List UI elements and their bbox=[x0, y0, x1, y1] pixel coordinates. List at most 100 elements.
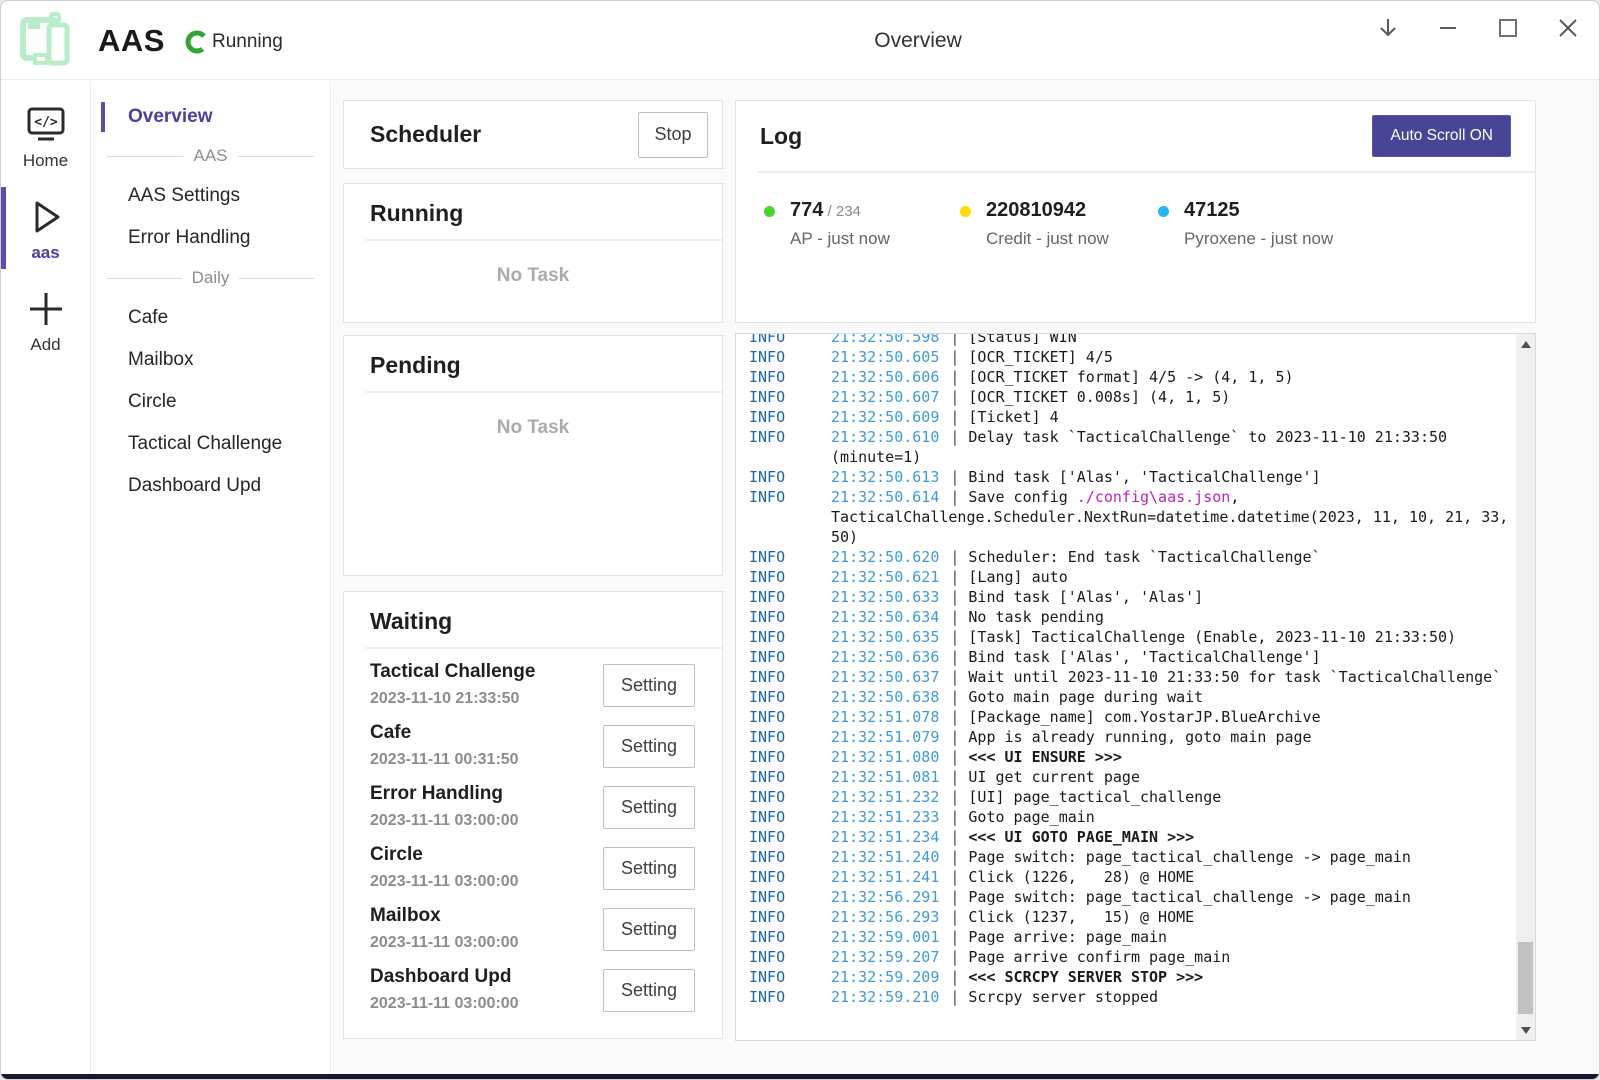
task-setting-button[interactable]: Setting bbox=[603, 969, 695, 1012]
log-row: INFO21:32:51.241|Click (1226, 28) @ HOME bbox=[749, 867, 1535, 887]
task-setting-button[interactable]: Setting bbox=[603, 725, 695, 768]
log-entry-body: 21:32:50.614|Save config ./config\aas.js… bbox=[831, 487, 1515, 547]
log-entry-body: 21:32:50.636|Bind task ['Alas', 'Tactica… bbox=[831, 647, 1515, 667]
rail-item-home[interactable]: </>Home bbox=[1, 93, 90, 179]
scrollbar-thumb[interactable] bbox=[1518, 942, 1533, 1014]
stop-button[interactable]: Stop bbox=[638, 112, 708, 158]
task-setting-button[interactable]: Setting bbox=[603, 908, 695, 951]
log-message: [OCR_TICKET] 4/5 bbox=[968, 348, 1113, 366]
log-message: Goto page_main bbox=[968, 808, 1094, 826]
sidebar-item-cafe[interactable]: Cafe bbox=[91, 297, 330, 339]
log-timestamp: 21:32:50.614 bbox=[831, 488, 939, 506]
auto-scroll-button[interactable]: Auto Scroll ON bbox=[1372, 115, 1511, 157]
log-timestamp: 21:32:50.621 bbox=[831, 568, 939, 586]
log-timestamp: 21:32:50.598 bbox=[831, 333, 939, 346]
group-label: Daily bbox=[192, 268, 230, 288]
scroll-up-icon[interactable] bbox=[1516, 335, 1535, 353]
log-entry-body: 21:32:50.605|[OCR_TICKET] 4/5 bbox=[831, 347, 1515, 367]
log-entry-body: 21:32:50.613|Bind task ['Alas', 'Tactica… bbox=[831, 467, 1515, 487]
waiting-title: Waiting bbox=[370, 608, 696, 635]
log-timestamp: 21:32:50.606 bbox=[831, 368, 939, 386]
log-timestamp: 21:32:56.293 bbox=[831, 908, 939, 926]
maximize-icon[interactable] bbox=[1495, 15, 1521, 41]
log-level: INFO bbox=[749, 927, 831, 947]
pending-card: Pending No Task bbox=[343, 335, 723, 576]
log-entry-body: 21:32:50.634|No task pending bbox=[831, 607, 1515, 627]
log-row: INFO21:32:50.610|Delay task `TacticalCha… bbox=[749, 427, 1535, 467]
sidebar-item-mailbox[interactable]: Mailbox bbox=[91, 339, 330, 381]
log-timestamp: 21:32:51.233 bbox=[831, 808, 939, 826]
close-icon[interactable] bbox=[1555, 15, 1581, 41]
sidebar-item-overview[interactable]: Overview bbox=[91, 97, 330, 137]
running-title: Running bbox=[370, 200, 696, 227]
log-message: Bind task ['Alas', 'TacticalChallenge'] bbox=[968, 648, 1320, 666]
log-timestamp: 21:32:51.080 bbox=[831, 748, 939, 766]
task-setting-button[interactable]: Setting bbox=[603, 664, 695, 707]
log-scrollbar[interactable] bbox=[1516, 334, 1535, 1040]
log-message: Page switch: page_tactical_challenge -> … bbox=[968, 888, 1411, 906]
log-timestamp: 21:32:51.081 bbox=[831, 768, 939, 786]
log-lines: INFO21:32:50.598|[Status] WININFO21:32:5… bbox=[736, 333, 1535, 1007]
title-bar: AAS Running Overview bbox=[1, 1, 1599, 80]
task-setting-button[interactable]: Setting bbox=[603, 786, 695, 829]
log-row: INFO21:32:50.614|Save config ./config\aa… bbox=[749, 487, 1535, 547]
log-timestamp: 21:32:50.609 bbox=[831, 408, 939, 426]
log-level: INFO bbox=[749, 333, 831, 347]
stat-value: 47125 bbox=[1184, 199, 1240, 221]
log-message: Wait until 2023-11-10 21:33:50 for task … bbox=[968, 668, 1501, 686]
log-timestamp: 21:32:59.207 bbox=[831, 948, 939, 966]
log-message: Click (1226, 28) @ HOME bbox=[968, 868, 1194, 886]
log-message: Bind task ['Alas', 'TacticalChallenge'] bbox=[968, 468, 1320, 486]
log-message: Page switch: page_tactical_challenge -> … bbox=[968, 848, 1411, 866]
sidebar-item-tactical-challenge[interactable]: Tactical Challenge bbox=[91, 423, 330, 465]
scroll-down-icon[interactable] bbox=[1516, 1021, 1535, 1039]
log-level: INFO bbox=[749, 627, 831, 647]
download-arrow-icon[interactable] bbox=[1375, 15, 1401, 41]
log-message: Scrcpy server stopped bbox=[968, 988, 1158, 1006]
sidebar-item-error-handling[interactable]: Error Handling bbox=[91, 217, 330, 259]
log-row: INFO21:32:59.001|Page arrive: page_main bbox=[749, 927, 1535, 947]
log-row: INFO21:32:51.081|UI get current page bbox=[749, 767, 1535, 787]
log-timestamp: 21:32:59.210 bbox=[831, 988, 939, 1006]
log-entry-body: 21:32:51.240|Page switch: page_tactical_… bbox=[831, 847, 1515, 867]
running-card: Running No Task bbox=[343, 183, 723, 323]
sidebar-item-aas-settings[interactable]: AAS Settings bbox=[91, 175, 330, 217]
rail-item-add[interactable]: Add bbox=[1, 277, 90, 363]
stat-pyroxene: 47125Pyroxene - just now bbox=[1158, 199, 1333, 249]
minimize-icon[interactable] bbox=[1435, 15, 1461, 41]
log-entry-body: 21:32:51.081|UI get current page bbox=[831, 767, 1515, 787]
log-separator: | bbox=[939, 948, 968, 966]
log-level: INFO bbox=[749, 867, 831, 887]
log-entry-body: 21:32:50.621|[Lang] auto bbox=[831, 567, 1515, 587]
log-level: INFO bbox=[749, 827, 831, 847]
log-separator: | bbox=[939, 428, 968, 446]
log-row: INFO21:32:51.233|Goto page_main bbox=[749, 807, 1535, 827]
log-row: INFO21:32:51.078|[Package_name] com.Yost… bbox=[749, 707, 1535, 727]
log-entry-body: 21:32:51.232|[UI] page_tactical_challeng… bbox=[831, 787, 1515, 807]
sidebar-item-circle[interactable]: Circle bbox=[91, 381, 330, 423]
log-level: INFO bbox=[749, 767, 831, 787]
log-entry-body: 21:32:59.001|Page arrive: page_main bbox=[831, 927, 1515, 947]
log-level: INFO bbox=[749, 347, 831, 367]
log-level: INFO bbox=[749, 607, 831, 627]
log-level: INFO bbox=[749, 467, 831, 487]
task-setting-button[interactable]: Setting bbox=[603, 847, 695, 890]
log-message: UI get current page bbox=[968, 768, 1140, 786]
log-row: INFO21:32:51.080|<<< UI ENSURE >>> bbox=[749, 747, 1535, 767]
log-separator: | bbox=[939, 608, 968, 626]
sidebar-group-divider: AAS bbox=[91, 137, 330, 175]
stat-dot-icon bbox=[764, 206, 775, 217]
log-console[interactable]: INFO21:32:50.598|[Status] WININFO21:32:5… bbox=[735, 333, 1536, 1041]
log-level: INFO bbox=[749, 587, 831, 607]
log-entry-body: 21:32:50.633|Bind task ['Alas', 'Alas'] bbox=[831, 587, 1515, 607]
log-row: INFO21:32:50.620|Scheduler: End task `Ta… bbox=[749, 547, 1535, 567]
log-row: INFO21:32:50.598|[Status] WIN bbox=[749, 333, 1535, 347]
log-timestamp: 21:32:50.635 bbox=[831, 628, 939, 646]
log-entry-body: 21:32:51.241|Click (1226, 28) @ HOME bbox=[831, 867, 1515, 887]
stat-total: / 234 bbox=[823, 203, 861, 220]
log-message: <<< UI GOTO PAGE_MAIN >>> bbox=[968, 828, 1194, 846]
log-separator: | bbox=[939, 728, 968, 746]
waiting-task-row: Circle2023-11-11 03:00:00Setting bbox=[344, 838, 722, 899]
rail-item-aas[interactable]: aas bbox=[1, 185, 90, 271]
sidebar-item-dashboard-upd[interactable]: Dashboard Upd bbox=[91, 465, 330, 507]
